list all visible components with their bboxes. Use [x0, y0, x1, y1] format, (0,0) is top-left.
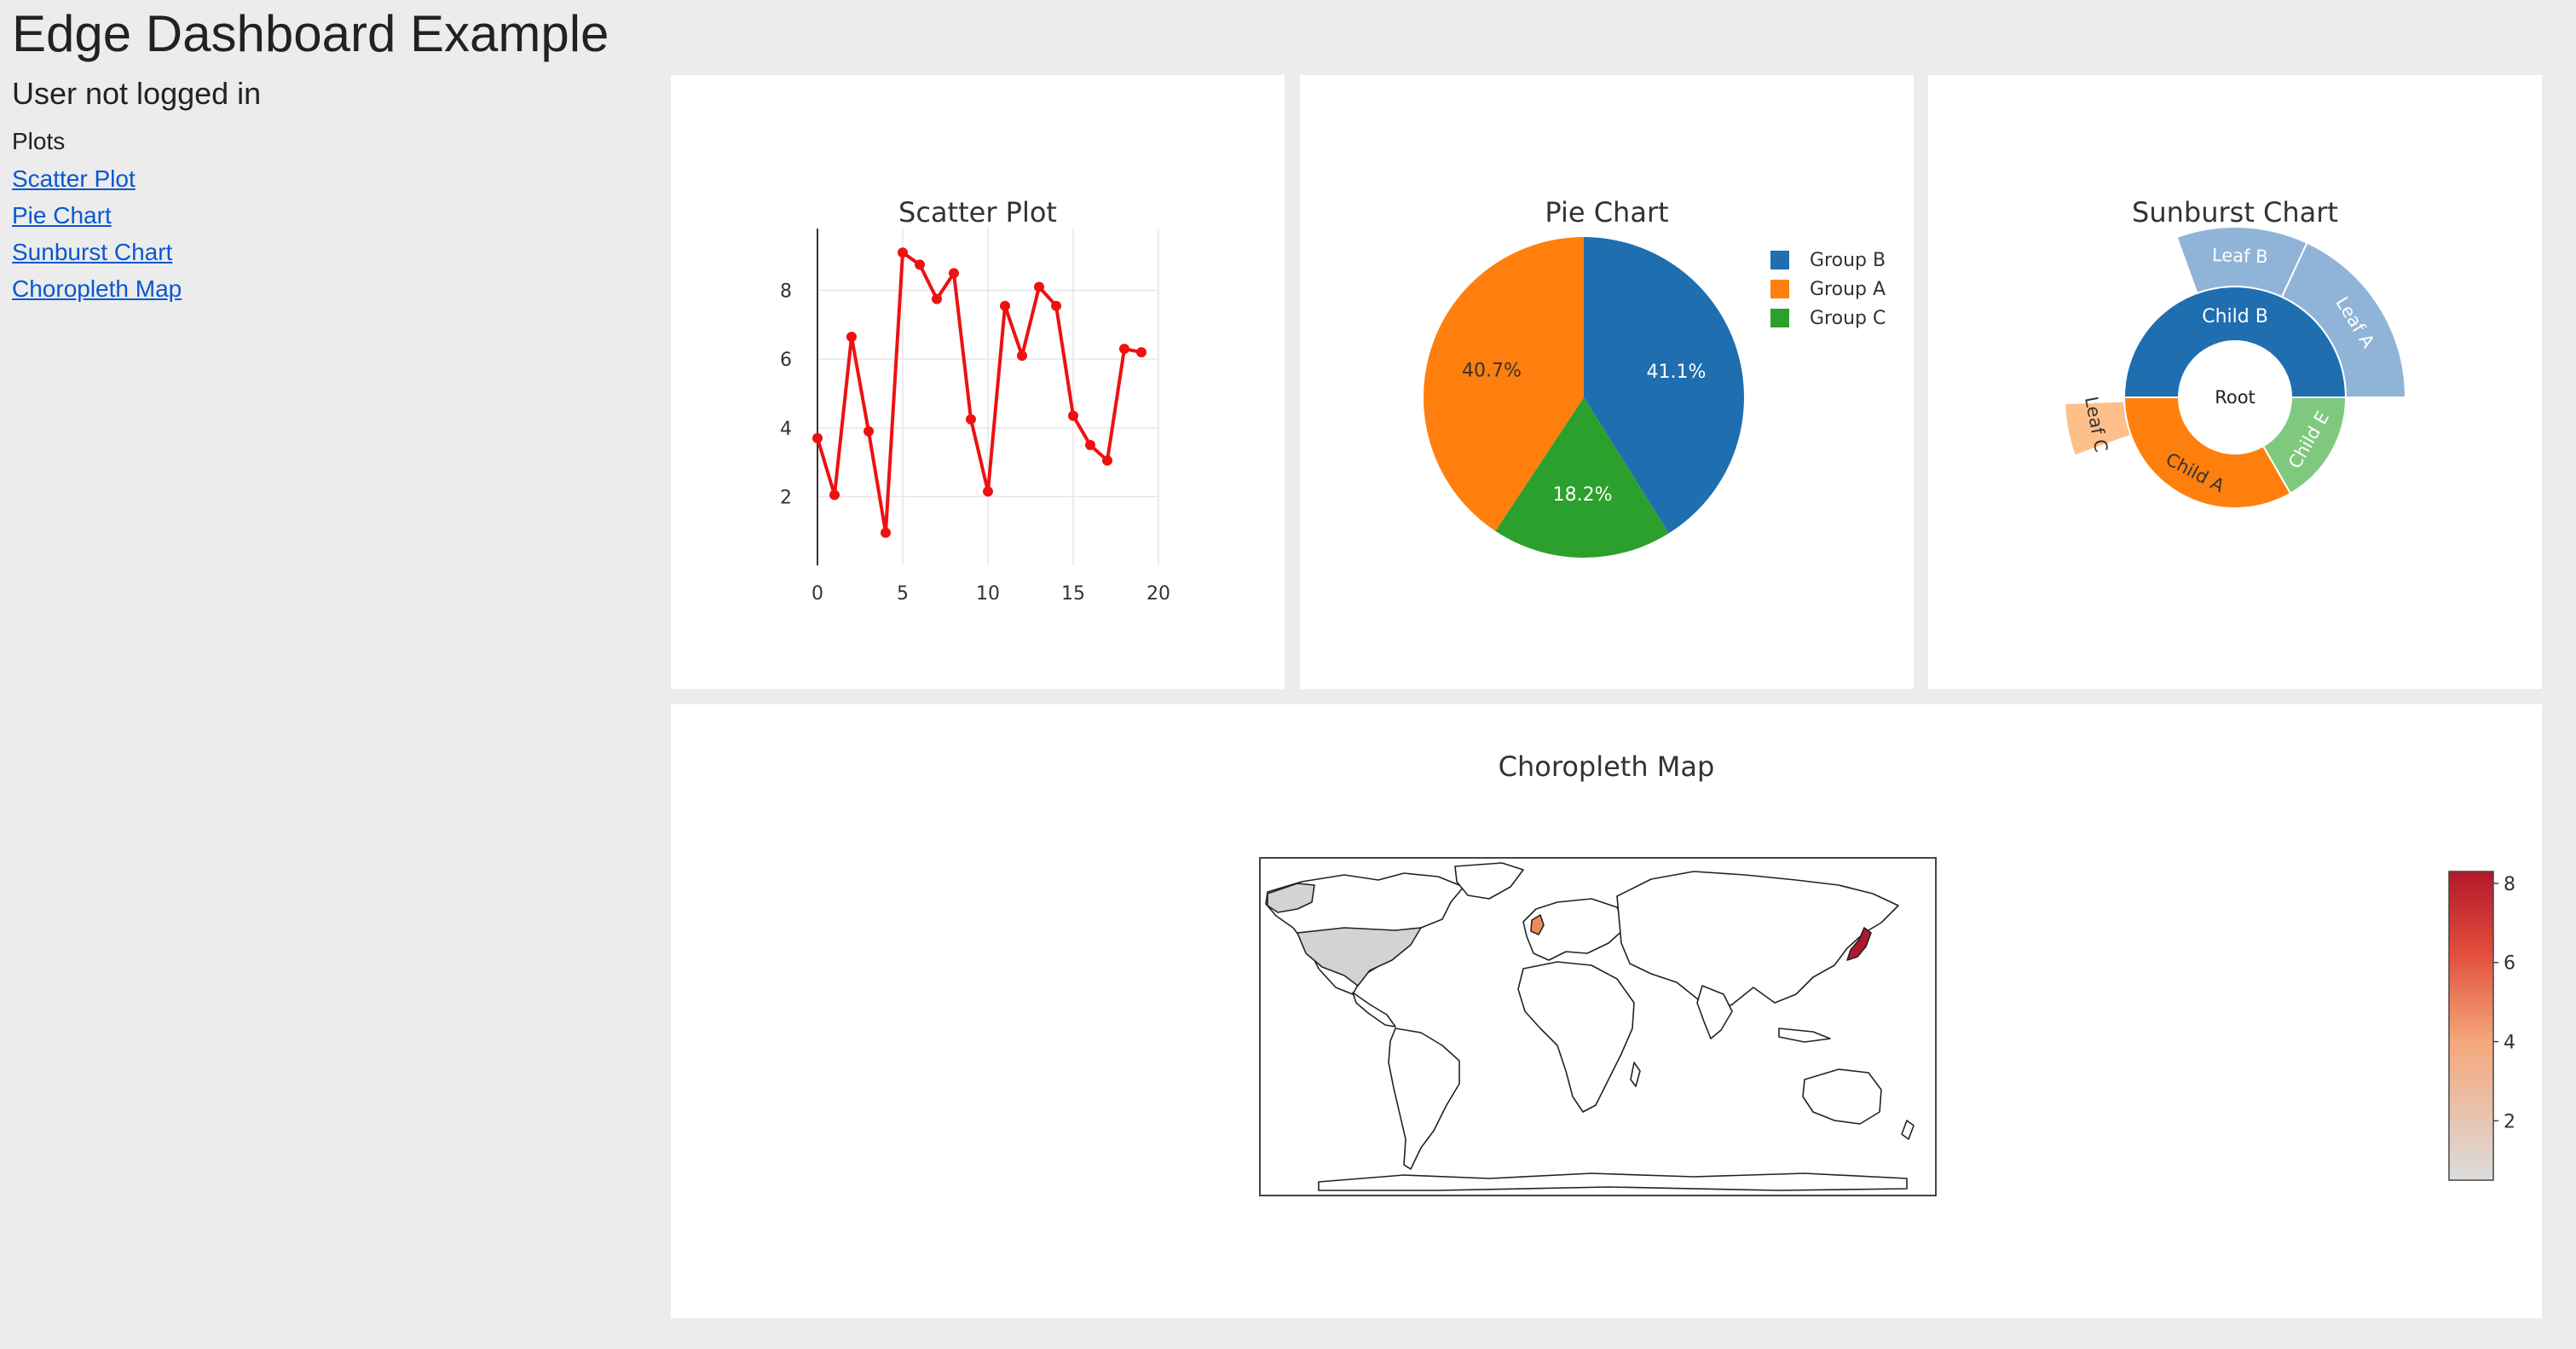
scatter-point[interactable]	[846, 331, 857, 342]
sunburst-chart[interactable]: RootChild BChild AChild ELeaf BLeaf ALea…	[1928, 75, 2542, 689]
scatter-point[interactable]	[949, 268, 959, 279]
scatter-point[interactable]	[1068, 410, 1078, 421]
sunburst-child-a[interactable]	[2123, 397, 2292, 509]
colorbar-tick-label: 4	[2504, 1033, 2515, 1054]
scatter-point[interactable]	[881, 527, 891, 538]
nav-heading: Plots	[12, 128, 66, 154]
scatter-point[interactable]	[829, 489, 840, 501]
pie-slice-label: 18.2%	[1553, 484, 1613, 506]
scatter-point[interactable]	[966, 414, 976, 425]
pie-legend-swatch	[1770, 251, 1789, 269]
sunburst-panel: Sunburst Chart Root Child B Child A Child E…	[1928, 75, 2542, 689]
pie-legend-swatch	[1770, 280, 1789, 298]
scatter-point[interactable]	[898, 247, 908, 258]
scatter-point[interactable]	[932, 293, 942, 304]
scatter-point[interactable]	[1034, 281, 1044, 292]
pie-legend-swatch	[1770, 309, 1789, 327]
scatter-xtick: 0	[811, 583, 823, 605]
scatter-point[interactable]	[1000, 300, 1010, 311]
nav-link-scatter-plot[interactable]: Scatter Plot	[12, 160, 136, 197]
scatter-ytick: 6	[780, 350, 792, 371]
scatter-point[interactable]	[915, 259, 925, 270]
scatter-xtick: 15	[1061, 583, 1085, 605]
scatter-point[interactable]	[1017, 350, 1027, 362]
sunburst-leaf-label: Leaf B	[2212, 245, 2268, 267]
pie-panel: Pie Chart 41.1% 18.2% 40.7% Group B Group AG…	[1300, 75, 1914, 689]
scatter-point[interactable]	[1119, 344, 1129, 355]
pie-legend-label[interactable]: Group C	[1810, 308, 1886, 329]
colorbar-tick-label: 2	[2504, 1111, 2515, 1132]
sunburst-root-label: Root	[2215, 387, 2255, 408]
scatter-point[interactable]	[1051, 300, 1061, 311]
scatter-point[interactable]	[812, 432, 823, 443]
scatter-point[interactable]	[1102, 455, 1112, 466]
scatter-series-line	[816, 251, 1142, 535]
scatter-panel: Scatter Plot 2 4 6 8 0 5 10 15 20	[671, 75, 1285, 689]
choropleth-map[interactable]: 2 4 6 8	[671, 704, 2542, 1318]
scatter-ytick: 2	[780, 487, 792, 508]
pie-slice-label: 40.7%	[1462, 361, 1522, 382]
pie-slice-label: 41.1%	[1646, 362, 1706, 383]
colorbar	[2448, 871, 2494, 1181]
choropleth-panel: Choropleth Map 2 4 6 8	[671, 704, 2542, 1318]
colorbar-tick-label: 6	[2504, 953, 2515, 975]
plots-nav: Plots Scatter Plot Pie Chart Sunburst Ch…	[12, 123, 643, 307]
scatter-xtick: 20	[1146, 583, 1170, 605]
scatter-xtick: 5	[897, 583, 909, 605]
scatter-xtick: 10	[976, 583, 1000, 605]
nav-link-choropleth-map[interactable]: Choropleth Map	[12, 270, 182, 307]
scatter-point[interactable]	[983, 486, 993, 497]
page-title: Edge Dashboard Example	[12, 5, 609, 62]
scatter-point[interactable]	[1136, 347, 1146, 358]
user-status: User not logged in	[12, 76, 262, 111]
nav-link-sunburst-chart[interactable]: Sunburst Chart	[12, 234, 172, 270]
scatter-point[interactable]	[1085, 439, 1095, 450]
colorbar-tick-label: 8	[2504, 874, 2515, 895]
nav-link-pie-chart[interactable]: Pie Chart	[12, 197, 112, 234]
pie-legend-label[interactable]: Group A	[1810, 279, 1886, 300]
pie-chart[interactable]: 41.1% 18.2% 40.7% Group B Group A Group C	[1300, 75, 1914, 689]
scatter-plot[interactable]: 2 4 6 8 0 5 10 15 20	[671, 75, 1285, 689]
scatter-ytick: 8	[780, 281, 792, 303]
sunburst-child-label: Child B	[2202, 306, 2268, 327]
scatter-ytick: 4	[780, 419, 792, 440]
scatter-point[interactable]	[863, 426, 874, 437]
pie-legend-label[interactable]: Group B	[1810, 250, 1886, 271]
